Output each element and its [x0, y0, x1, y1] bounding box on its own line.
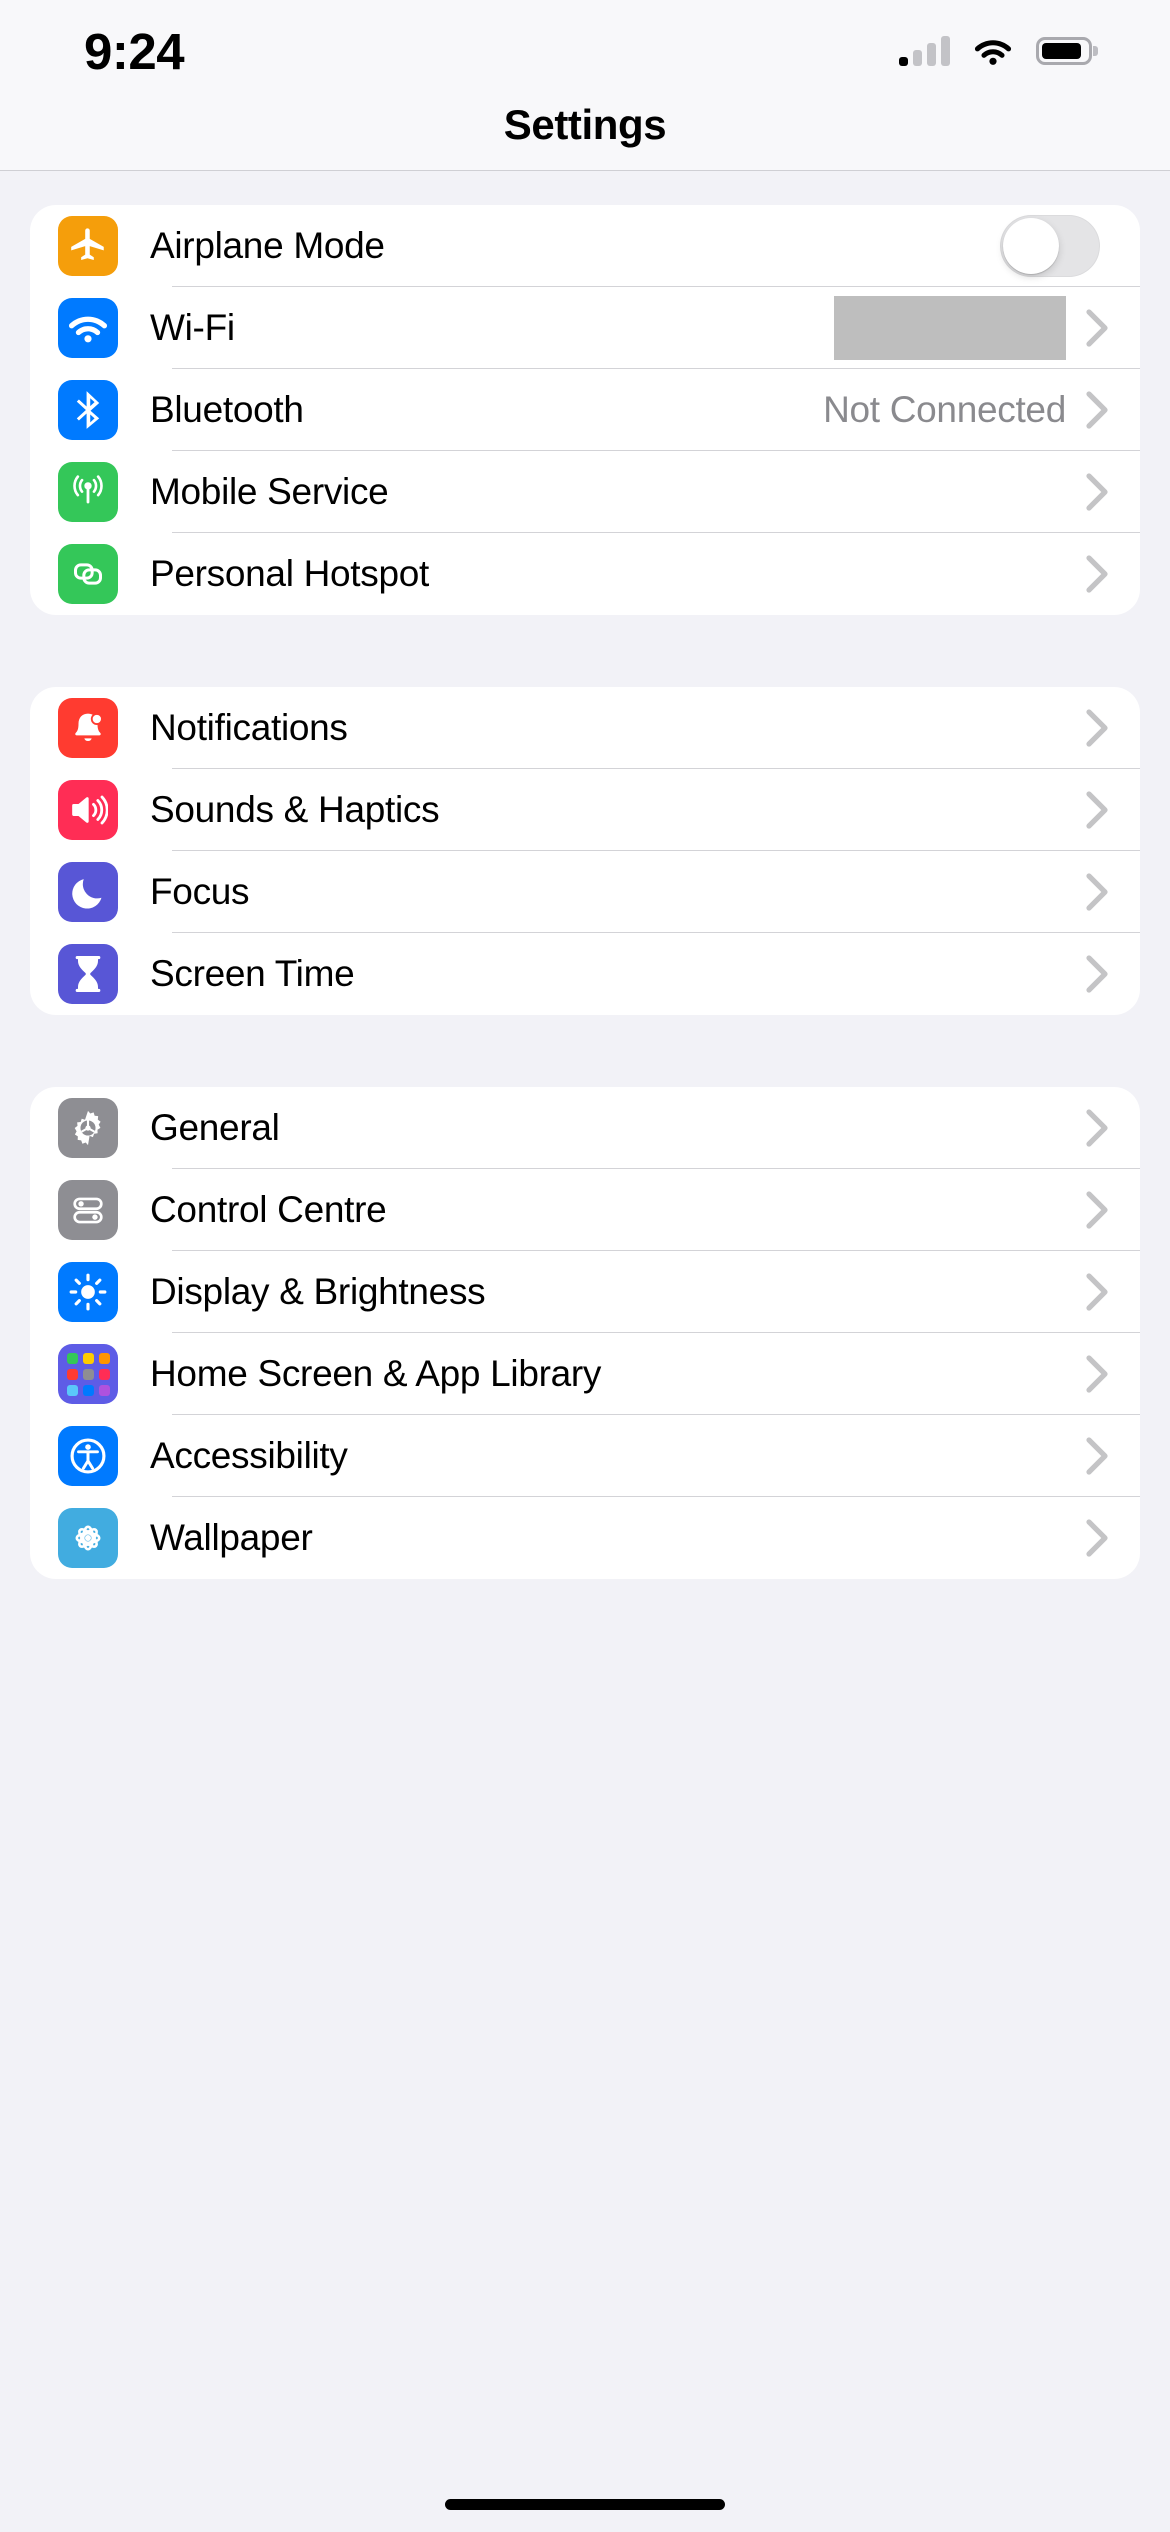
chevron-right-icon	[1080, 1108, 1114, 1148]
settings-row-notifications[interactable]: Notifications	[30, 687, 1140, 769]
chevron-right-icon	[1080, 308, 1114, 348]
toggle-knob	[1003, 218, 1059, 274]
sun-icon	[58, 1262, 118, 1322]
hotspot-link-icon	[58, 544, 118, 604]
navigation-bar: Settings	[0, 96, 1170, 171]
control-sliders-icon	[58, 1180, 118, 1240]
settings-row-accessibility[interactable]: Accessibility	[30, 1415, 1140, 1497]
chevron-right-icon	[1080, 472, 1114, 512]
antenna-icon	[58, 462, 118, 522]
chevron-right-icon	[1080, 1518, 1114, 1558]
app-grid-icon	[58, 1344, 118, 1404]
settings-row-sounds-haptics[interactable]: Sounds & Haptics	[30, 769, 1140, 851]
settings-row-control-centre[interactable]: Control Centre	[30, 1169, 1140, 1251]
status-bar: 9:24	[0, 0, 1170, 96]
chevron-right-icon	[1080, 954, 1114, 994]
chevron-right-icon	[1080, 1272, 1114, 1312]
moon-icon	[58, 862, 118, 922]
home-indicator[interactable]	[445, 2499, 725, 2510]
bell-badge-icon	[58, 698, 118, 758]
gear-icon	[58, 1098, 118, 1158]
settings-row-wifi[interactable]: Wi-Fi	[30, 287, 1140, 369]
settings-row-label: Focus	[150, 871, 250, 912]
settings-group-connectivity: Airplane Mode Wi-Fi Bluetooth Not Connec…	[30, 205, 1140, 615]
settings-row-label: General	[150, 1107, 280, 1148]
settings-row-label: Bluetooth	[150, 389, 304, 430]
page-title: Settings	[503, 101, 667, 148]
wifi-network-value-redacted	[834, 296, 1066, 360]
settings-row-label: Display & Brightness	[150, 1271, 486, 1312]
status-bar-indicators	[899, 36, 1092, 66]
wifi-icon	[974, 40, 1012, 65]
settings-row-mobile-service[interactable]: Mobile Service	[30, 451, 1140, 533]
settings-row-screen-time[interactable]: Screen Time	[30, 933, 1140, 1015]
chevron-right-icon	[1080, 872, 1114, 912]
iphone-settings-screen: 9:24 Settings Airplane Mode Wi-Fi Blueto…	[0, 0, 1170, 2532]
settings-row-label: Wi-Fi	[150, 307, 235, 348]
settings-row-label: Sounds & Haptics	[150, 789, 440, 830]
settings-row-label: Mobile Service	[150, 471, 389, 512]
settings-row-personal-hotspot[interactable]: Personal Hotspot	[30, 533, 1140, 615]
settings-row-label: Airplane Mode	[150, 225, 385, 266]
wifi-icon	[58, 298, 118, 358]
settings-row-label: Wallpaper	[150, 1517, 313, 1558]
settings-row-label: Accessibility	[150, 1435, 348, 1476]
settings-row-bluetooth[interactable]: Bluetooth Not Connected	[30, 369, 1140, 451]
chevron-right-icon	[1080, 554, 1114, 594]
chevron-right-icon	[1080, 708, 1114, 748]
accessibility-person-icon	[58, 1426, 118, 1486]
chevron-right-icon	[1080, 1436, 1114, 1476]
chevron-right-icon	[1080, 390, 1114, 430]
bluetooth-status-value: Not Connected	[823, 389, 1066, 430]
status-bar-time: 9:24	[84, 22, 185, 80]
airplane-icon	[58, 216, 118, 276]
hourglass-icon	[58, 944, 118, 1004]
settings-row-label: Control Centre	[150, 1189, 387, 1230]
chevron-right-icon	[1080, 1354, 1114, 1394]
settings-row-label: Home Screen & App Library	[150, 1353, 602, 1394]
settings-group-system: General Control Centre Display & Brightn…	[30, 1087, 1140, 1579]
flower-icon	[58, 1508, 118, 1568]
settings-group-alerts: Notifications Sounds & Haptics Focus Scr…	[30, 687, 1140, 1015]
settings-row-display-brightness[interactable]: Display & Brightness	[30, 1251, 1140, 1333]
airplane-mode-toggle[interactable]	[1000, 215, 1100, 277]
settings-row-wallpaper[interactable]: Wallpaper	[30, 1497, 1140, 1579]
chevron-right-icon	[1080, 1190, 1114, 1230]
bluetooth-icon	[58, 380, 118, 440]
cellular-signal-icon	[899, 36, 950, 66]
settings-row-label: Personal Hotspot	[150, 553, 430, 594]
settings-list: Airplane Mode Wi-Fi Bluetooth Not Connec…	[0, 171, 1170, 2532]
settings-row-label: Notifications	[150, 707, 348, 748]
settings-row-label: Screen Time	[150, 953, 355, 994]
settings-row-focus[interactable]: Focus	[30, 851, 1140, 933]
settings-row-home-screen[interactable]: Home Screen & App Library	[30, 1333, 1140, 1415]
settings-row-airplane-mode[interactable]: Airplane Mode	[30, 205, 1140, 287]
speaker-waves-icon	[58, 780, 118, 840]
settings-row-general[interactable]: General	[30, 1087, 1140, 1169]
battery-icon	[1036, 37, 1092, 65]
chevron-right-icon	[1080, 790, 1114, 830]
